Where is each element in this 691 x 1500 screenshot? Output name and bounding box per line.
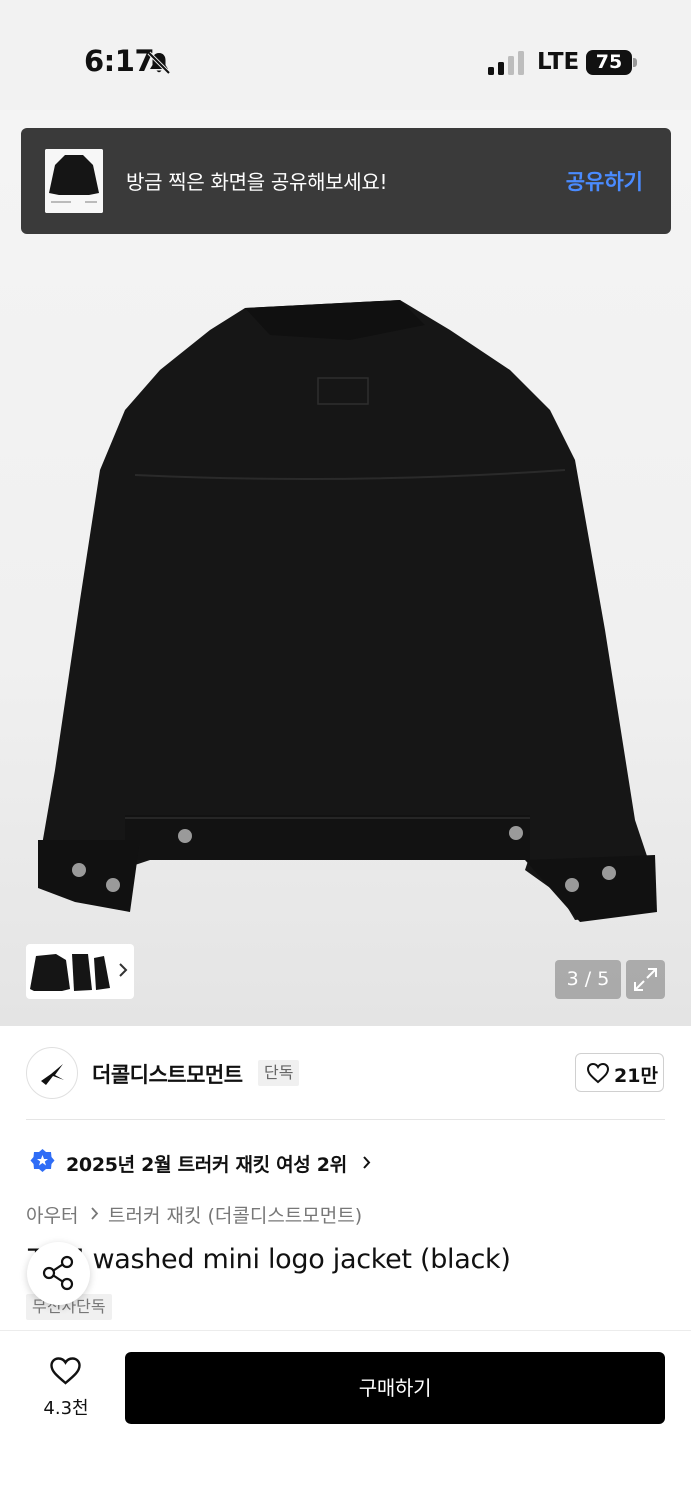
wishlist-count: 4.3천	[43, 1398, 89, 1419]
exclusive-badge: 단독	[258, 1060, 300, 1086]
brand-like-count: 21만	[614, 1065, 658, 1087]
product-image-gallery[interactable]	[0, 110, 691, 1026]
screenshot-thumbnail	[45, 149, 103, 213]
battery-tip	[633, 58, 637, 67]
toast-message: 방금 찍은 화면을 공유해보세요!	[126, 170, 388, 194]
brand-logo[interactable]	[26, 1047, 78, 1099]
ranking-medal-icon	[30, 1149, 55, 1172]
screenshot-thumbnail-image	[45, 149, 103, 213]
network-label: LTE	[537, 49, 580, 75]
battery-level: 75	[595, 51, 623, 73]
chevron-right-icon	[91, 1207, 99, 1220]
chevron-right-icon[interactable]	[118, 962, 128, 978]
image-counter: 3 / 5	[555, 960, 621, 999]
wishlist-heart-icon[interactable]	[49, 1356, 82, 1386]
heart-icon	[586, 1062, 610, 1084]
ranking-link[interactable]: 2025년 2월 트러커 재킷 여성 2위	[66, 1150, 347, 1177]
share-toast: 방금 찍은 화면을 공유해보세요! 공유하기	[21, 128, 671, 234]
brand-name[interactable]: 더콜디스트모먼트	[92, 1059, 243, 1089]
expand-button[interactable]	[626, 960, 665, 999]
share-now-button[interactable]: 공유하기	[566, 166, 643, 196]
brand-like-button[interactable]: 21만	[575, 1053, 664, 1092]
chevron-right-icon[interactable]	[362, 1155, 371, 1170]
expand-icon	[634, 968, 657, 991]
star-logo-icon	[41, 1064, 64, 1085]
product-image	[38, 300, 657, 922]
signal-bars-icon	[488, 51, 524, 75]
buy-button[interactable]: 구매하기	[125, 1352, 665, 1424]
divider	[26, 1119, 665, 1120]
product-title: TCM washed mini logo jacket (black)	[28, 1244, 511, 1275]
status-time: 6:17	[84, 44, 155, 78]
share-icon	[42, 1255, 74, 1291]
bell-slash-icon	[147, 51, 171, 75]
share-button[interactable]	[27, 1242, 90, 1305]
breadcrumb-outer[interactable]: 아우터	[26, 1201, 78, 1228]
breadcrumb-category[interactable]: 트러커 재킷 (더콜디스트모먼트)	[108, 1201, 362, 1228]
